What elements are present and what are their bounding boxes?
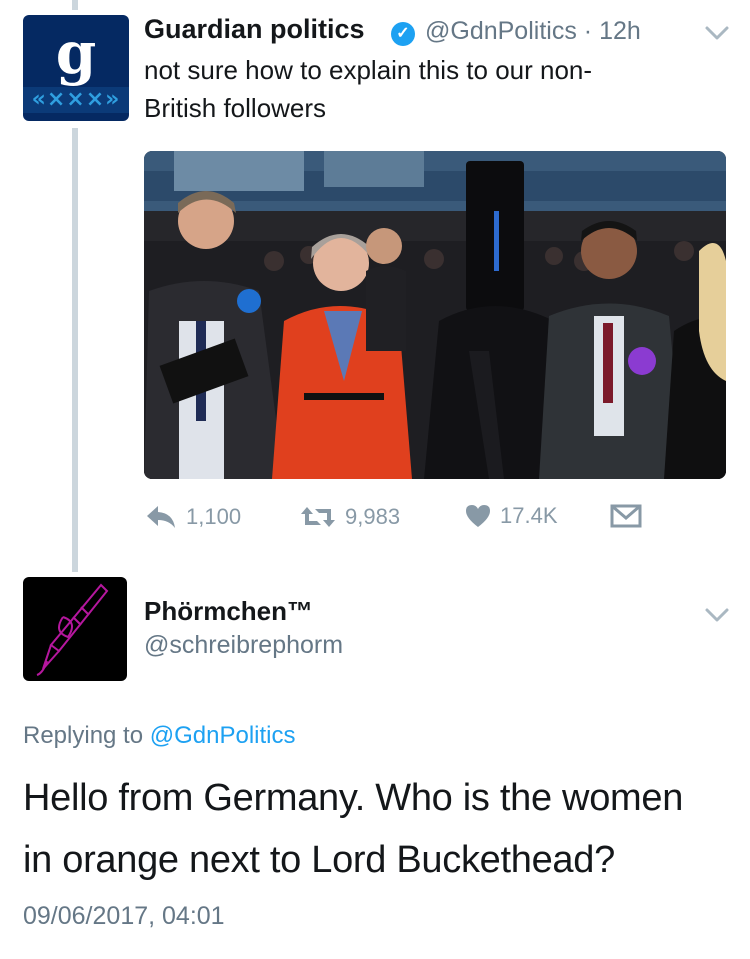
like-count: 17.4K	[500, 503, 558, 528]
thread-line-top	[72, 0, 78, 10]
chevron-down-icon[interactable]	[704, 24, 730, 42]
chevron-down-icon[interactable]	[704, 606, 730, 624]
guardian-avatar[interactable]: g «×××»	[23, 15, 129, 121]
retweet-icon	[301, 507, 335, 527]
tweet-photo[interactable]	[144, 151, 726, 479]
reply-icon	[147, 506, 175, 528]
replying-prefix: Replying to	[23, 722, 144, 749]
replying-mention[interactable]: @GdnPolitics	[150, 722, 296, 749]
reply-action[interactable]: 1,100	[144, 503, 241, 531]
tweet-text-line2: British followers	[144, 93, 327, 123]
phormchen-avatar[interactable]	[23, 577, 127, 681]
verified-badge-icon: ✓	[391, 22, 415, 46]
time-separator: ·	[583, 17, 593, 45]
reply-text-line2: in orange next to Lord Buckethead?	[23, 839, 615, 881]
tweet-text-line1: not sure how to explain this to our non-	[144, 55, 593, 85]
reply-count: 1,100	[186, 504, 242, 529]
author-name[interactable]: Guardian politics	[144, 14, 365, 45]
author-handle-time[interactable]: @GdnPolitics · 12h	[425, 17, 641, 46]
tweet-time[interactable]: 12h	[599, 17, 641, 45]
reply-text: Hello from Germany. Who is the women in …	[23, 767, 733, 891]
fountain-pen-icon	[36, 583, 109, 676]
reply-text-line1: Hello from Germany. Who is the women	[23, 777, 684, 819]
avatar-logo-letter: g	[55, 19, 97, 87]
tweet-actions: 1,100 9,983 17.4K	[144, 503, 704, 535]
photo-illustration	[144, 151, 726, 479]
tweet-text: not sure how to explain this to our non-…	[144, 51, 592, 127]
reply-author-handle[interactable]: @schreibrephorm	[144, 631, 343, 660]
reply-timestamp[interactable]: 09/06/2017, 04:01	[23, 902, 225, 931]
heart-icon	[466, 505, 490, 527]
avatar-pattern-stripe: «×××»	[23, 87, 129, 113]
like-action[interactable]: 17.4K	[464, 503, 558, 529]
retweet-count: 9,983	[345, 504, 401, 529]
retweet-action[interactable]: 9,983	[299, 503, 400, 531]
direct-message-icon	[610, 504, 642, 528]
author-handle[interactable]: @GdnPolitics	[425, 17, 577, 45]
dm-action[interactable]	[610, 503, 650, 529]
thread-line	[72, 128, 78, 572]
reply-author-name[interactable]: Phörmchen™	[144, 596, 313, 627]
replying-to: Replying to @GdnPolitics	[23, 722, 296, 750]
